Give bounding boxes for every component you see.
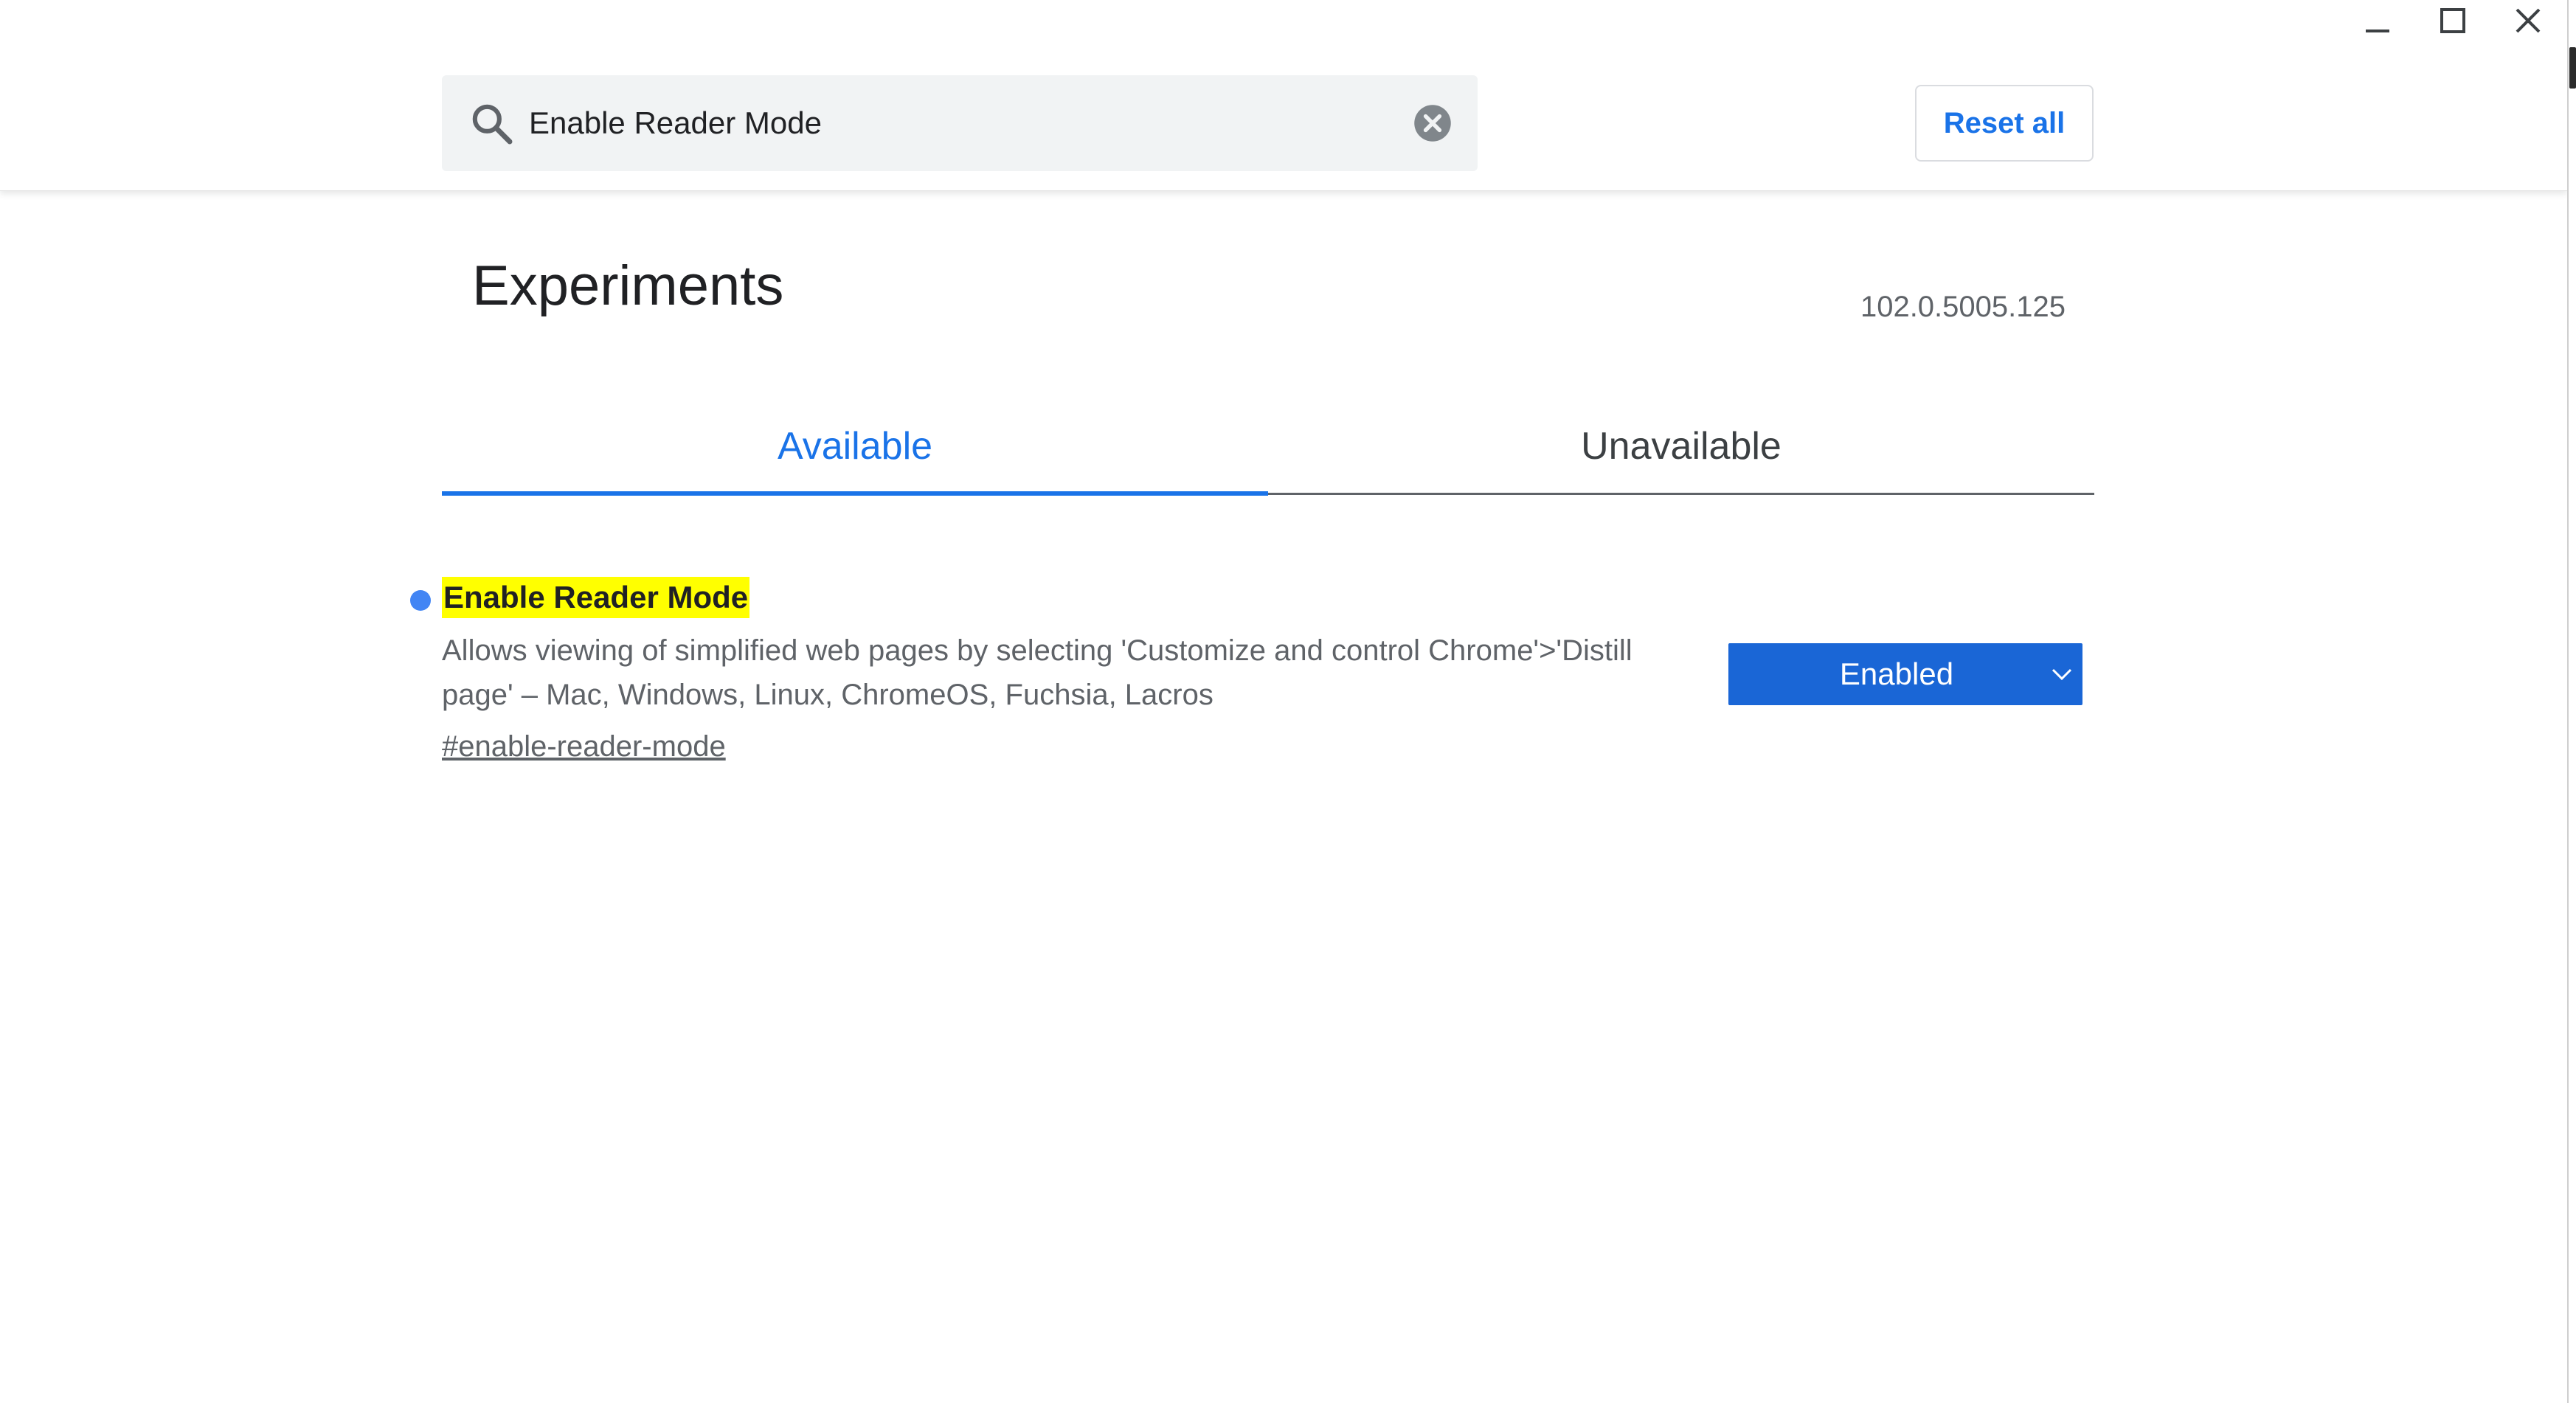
close-icon[interactable] (2495, 0, 2561, 41)
tab-available[interactable]: Available (442, 398, 1268, 494)
maximize-icon[interactable] (2420, 0, 2486, 41)
tab-unavailable[interactable]: Unavailable (1268, 398, 2094, 494)
experiment-title: Enable Reader Mode (442, 577, 750, 618)
clear-search-icon[interactable] (1413, 103, 1453, 143)
flags-page: Reset all Experiments 102.0.5005.125 Ava… (0, 0, 2576, 1403)
experiment-description: Allows viewing of simplified web pages b… (442, 634, 1632, 711)
experiment-state-select[interactable]: Enabled (1728, 643, 2082, 705)
reset-all-button[interactable]: Reset all (1915, 85, 2094, 162)
experiment-permalink[interactable]: #enable-reader-mode (442, 727, 726, 766)
scrollbar-thumb[interactable] (2569, 47, 2576, 89)
experiment-item: Enable Reader Mode Allows viewing of sim… (410, 575, 2107, 782)
search-box[interactable] (442, 75, 1478, 171)
search-icon (472, 104, 513, 145)
header-bar: Reset all (0, 0, 2567, 191)
tab-bar: Available Unavailable (442, 398, 2094, 496)
scrollbar-track[interactable] (2567, 0, 2576, 1403)
modified-indicator-dot (410, 590, 431, 611)
tab-selected-indicator (442, 491, 1268, 496)
experiment-state-value: Enabled (1839, 657, 1954, 691)
page-title: Experiments (472, 254, 784, 317)
search-input[interactable] (529, 96, 1363, 150)
chevron-down-icon (2052, 668, 2072, 681)
version-label: 102.0.5005.125 (1860, 291, 2066, 323)
minimize-icon[interactable] (2344, 0, 2411, 41)
